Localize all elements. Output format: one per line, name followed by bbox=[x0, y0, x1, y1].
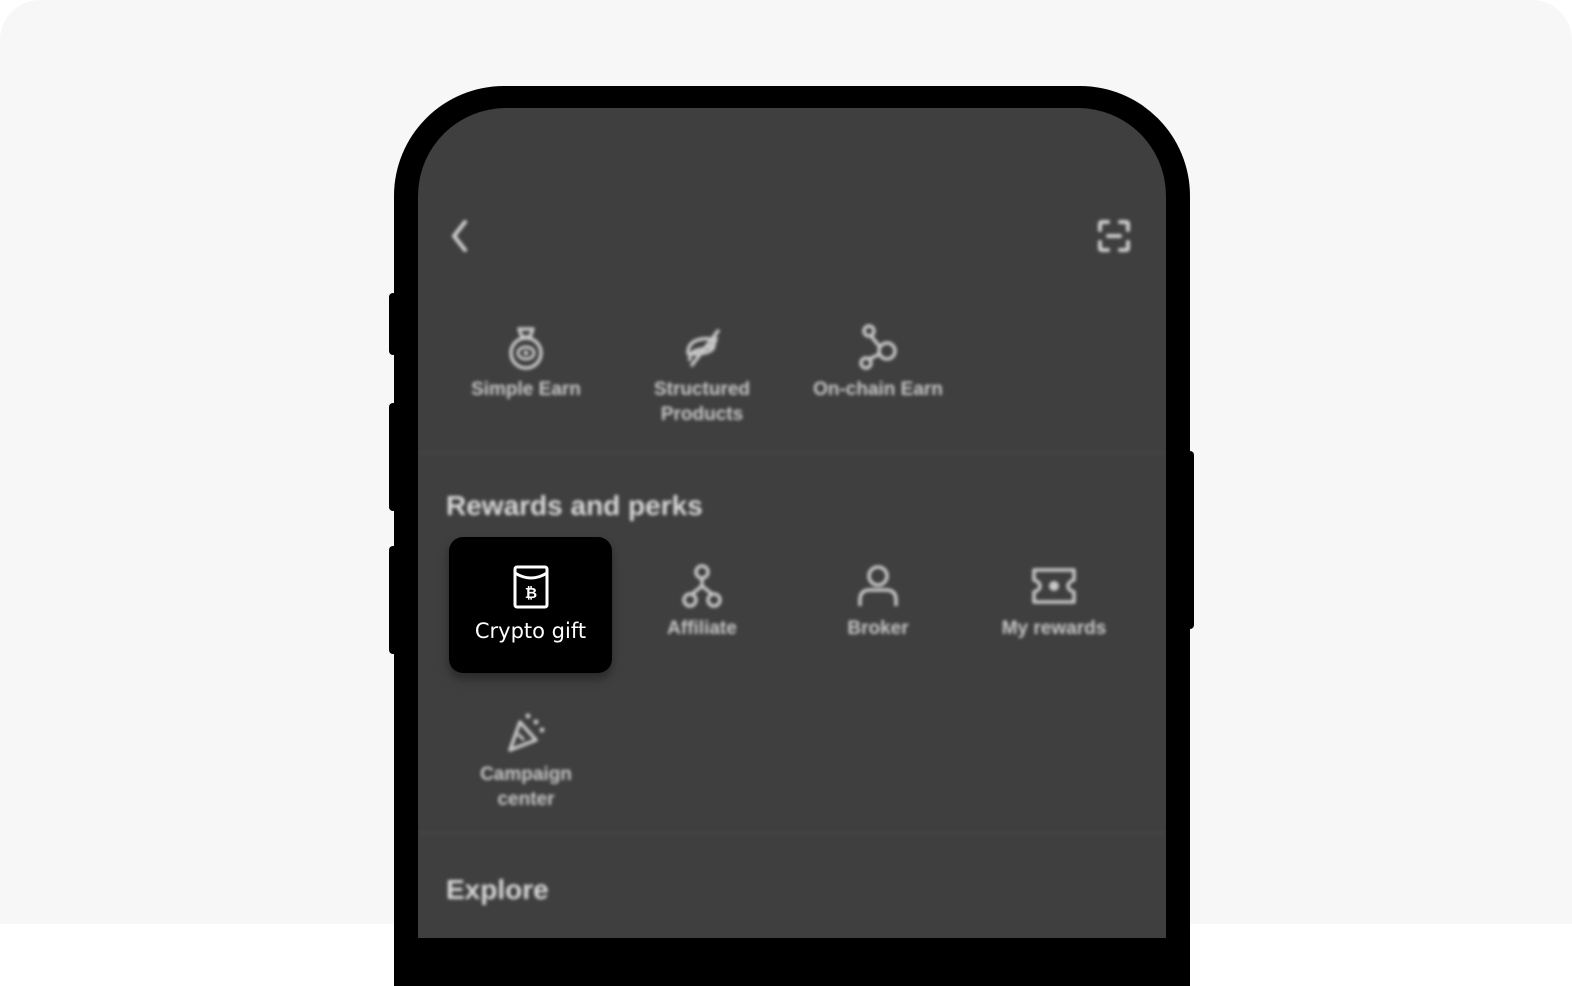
menu-item-label: Simple Earn bbox=[471, 379, 581, 400]
party-popper-icon bbox=[508, 713, 545, 752]
menu-item-structured-products[interactable]: Structured Products bbox=[617, 323, 787, 427]
menu-item-label: Affiliate bbox=[667, 618, 737, 639]
section-divider bbox=[418, 452, 1166, 454]
explore-section-title: Explore bbox=[446, 874, 549, 905]
ticket-icon bbox=[1032, 568, 1076, 604]
svg-text:₿: ₿ bbox=[524, 584, 536, 602]
scan-button[interactable] bbox=[1096, 218, 1132, 254]
back-button[interactable] bbox=[448, 218, 472, 254]
crypto-gift-envelope-icon: ₿ bbox=[513, 565, 548, 609]
section-divider bbox=[418, 832, 1166, 834]
menu-item-label: Broker bbox=[847, 618, 909, 639]
menu-item-affiliate[interactable]: Affiliate bbox=[617, 562, 787, 641]
menu-item-label: Campaign center bbox=[480, 764, 572, 810]
scan-icon bbox=[1098, 220, 1130, 252]
nodes-icon bbox=[859, 324, 897, 370]
menu-item-label: Crypto gift bbox=[474, 619, 587, 643]
person-icon bbox=[858, 565, 898, 606]
menu-item-simple-earn[interactable]: Simple Earn bbox=[441, 323, 611, 402]
chevron-left-icon bbox=[452, 220, 467, 252]
menu-item-label: My rewards bbox=[1001, 618, 1107, 639]
menu-item-broker[interactable]: Broker bbox=[793, 562, 963, 641]
rewards-section-title: Rewards and perks bbox=[446, 490, 703, 521]
menu-item-label: Structured Products bbox=[653, 379, 751, 425]
menu-item-on-chain-earn[interactable]: On-chain Earn bbox=[793, 323, 963, 402]
menu-item-campaign-center[interactable]: Campaign center bbox=[441, 708, 611, 812]
menu-item-crypto-gift[interactable]: ₿ Crypto gift bbox=[449, 537, 612, 673]
affiliate-network-icon bbox=[682, 564, 722, 608]
money-bag-icon bbox=[509, 327, 543, 370]
menu-item-my-rewards[interactable]: My rewards bbox=[969, 562, 1139, 641]
phone-screen: Simple Earn Structured Products On-chain… bbox=[418, 108, 1166, 938]
menu-item-label: On-chain Earn bbox=[813, 379, 943, 400]
structured-products-icon bbox=[686, 329, 720, 367]
